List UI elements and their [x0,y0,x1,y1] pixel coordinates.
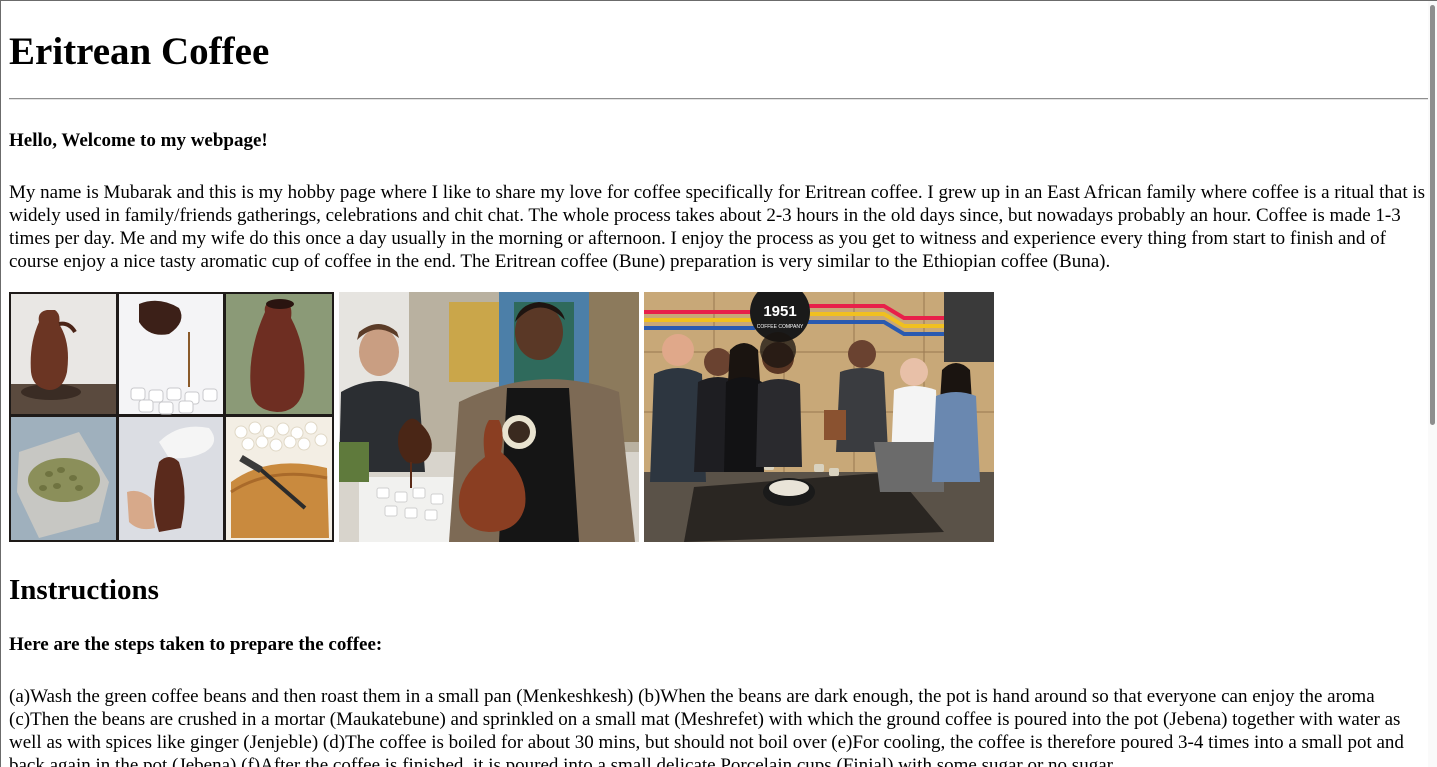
intro-paragraph: My name is Mubarak and this is my hobby … [9,182,1426,272]
steps-heading: Here are the steps taken to prepare the … [9,634,383,655]
browser-viewport: Eritrean Coffee Hello, Welcome to my web… [0,0,1437,767]
coffee-pouring-image [339,292,639,542]
horizontal-divider [9,98,1429,100]
coffee-group-image: 1951 COFFEE COMPANY [644,292,994,542]
instructions-heading: Instructions [9,574,159,606]
coffee-collage-image [9,292,334,542]
vertical-scrollbar[interactable] [1428,1,1437,767]
steps-paragraph: (a)Wash the green coffee beans and then … [9,686,1404,767]
coffee-pouring-photo [339,292,639,542]
coffee-group-photo: 1951 COFFEE COMPANY [644,292,994,542]
welcome-heading: Hello, Welcome to my webpage! [9,130,268,151]
page-title: Eritrean Coffee [9,30,270,73]
scrollbar-thumb[interactable] [1430,5,1435,425]
cafe-sign-subtext: COFFEE COMPANY [757,324,804,330]
cafe-sign-text: 1951 [763,303,796,320]
coffee-collage-photo [9,292,334,542]
